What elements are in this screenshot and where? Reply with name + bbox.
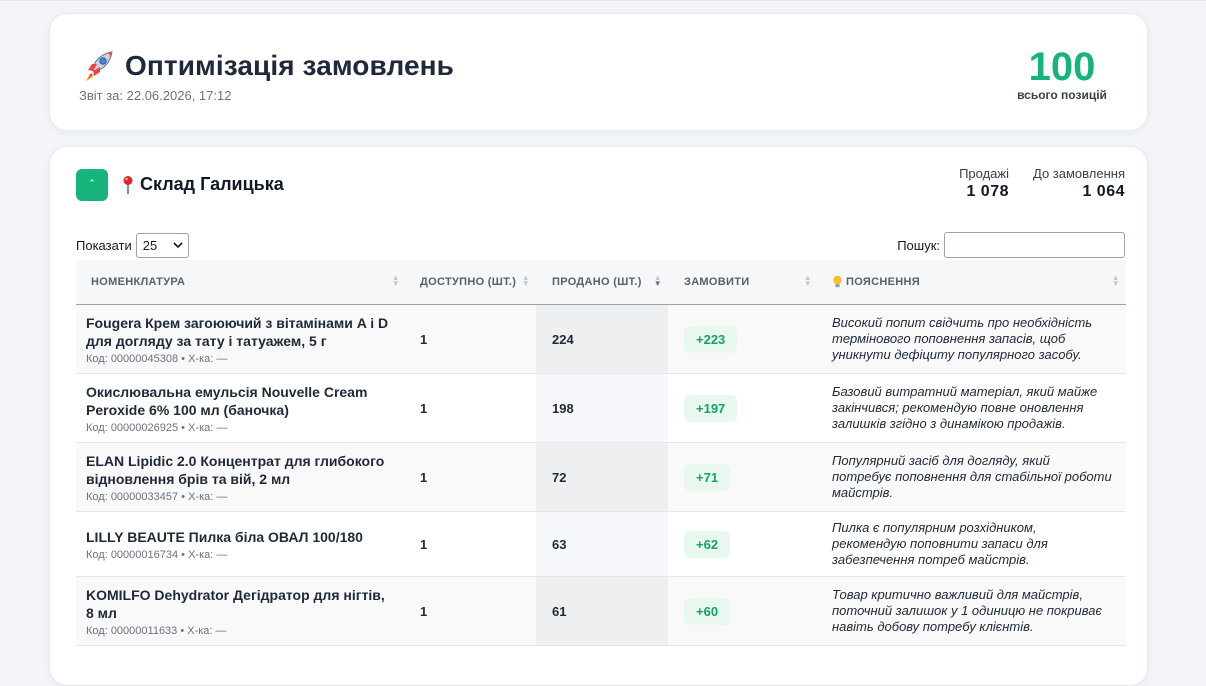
header-card: Оптимізація замовлень Звіт за: 22.06.202… xyxy=(49,13,1148,131)
column-header-name[interactable]: НОМЕНКЛАТУРА ▲ ▼ xyxy=(76,260,406,304)
table-row: Fougera Крем загоюючий з вітамінами A і … xyxy=(76,305,1126,374)
product-meta: Код: 00000016734 • Х-ка: — xyxy=(86,548,228,561)
product-meta: Код: 00000033457 • Х-ка: — xyxy=(86,490,228,503)
order-cell: +197 xyxy=(668,374,818,442)
column-header-explanation[interactable]: ПОЯСНЕННЯ ▲ ▼ xyxy=(818,260,1126,304)
order-cell: +60 xyxy=(668,577,818,645)
total-positions: 100 всього позицій xyxy=(1007,46,1117,102)
chevron-down-icon xyxy=(173,242,183,249)
title-row: Оптимізація замовлень xyxy=(80,48,454,84)
sort-icon: ▲ ▼ xyxy=(521,273,530,288)
sort-icon: ▲ ▼ xyxy=(391,273,400,288)
available-cell: 1 xyxy=(420,331,428,347)
available-cell: 1 xyxy=(420,469,428,485)
available-cell: 1 xyxy=(420,400,428,416)
sold-cell: 198 xyxy=(536,374,668,442)
page-length-control: Показати 25 xyxy=(76,233,189,258)
product-meta: Код: 00000045308 • Х-ка: — xyxy=(86,352,228,365)
column-header-sold[interactable]: ПРОДАНО (ШТ.) ▲ ▼ xyxy=(536,260,668,304)
total-value: 100 xyxy=(1028,45,1096,89)
table-row: KOMILFO Dehydrator Дегідратор для нігтів… xyxy=(76,577,1126,646)
order-badge: +71 xyxy=(684,463,731,491)
sort-icon: ▲ ▼ xyxy=(1111,273,1120,288)
map-pin-icon xyxy=(123,175,133,194)
explanation-cell: Пилка є популярним розхідником, рекоменду… xyxy=(832,520,1048,567)
table-row: ELAN Lipidic 2.0 Концентрат для глибоког… xyxy=(76,443,1126,512)
search-input[interactable] xyxy=(944,232,1125,258)
sort-icon: ▲ ▼ xyxy=(803,273,812,288)
sales-value: 1 078 xyxy=(966,183,1009,200)
column-header-label: ПРОДАНО (ШТ.) xyxy=(552,276,642,288)
search-control: Пошук: xyxy=(897,232,1125,258)
order-label: До замовлення xyxy=(1033,166,1125,181)
product-cell: ELAN Lipidic 2.0 Концентрат для глибоког… xyxy=(76,443,406,511)
page-length-select[interactable]: 25 xyxy=(135,233,189,258)
available-cell: 1 xyxy=(420,536,428,552)
product-cell: KOMILFO Dehydrator Дегідратор для нігтів… xyxy=(76,577,406,645)
column-header-label: НОМЕНКЛАТУРА xyxy=(91,276,186,288)
product-meta: Код: 00000026925 • Х-ка: — xyxy=(86,421,228,434)
page-title: Оптимізація замовлень xyxy=(125,50,454,81)
product-name: LILLY BEAUTE Пилка біла ОВАЛ 100/180 xyxy=(86,528,363,545)
product-name: Окислювальна емульсія Nouvelle Cream Pero… xyxy=(86,383,368,418)
product-name: KOMILFO Dehydrator Дегідратор для нігтів… xyxy=(86,586,385,621)
available-cell: 1 xyxy=(420,603,428,619)
sort-desc-icon: ▲ ▼ xyxy=(653,273,662,288)
table-row: Окислювальна емульсія Nouvelle Cream Pero… xyxy=(76,374,1126,443)
store-title: Склад Галицька xyxy=(121,174,284,195)
explanation-cell: Високий попит свідчить про необхідність т… xyxy=(832,315,1093,362)
show-label: Показати xyxy=(76,238,132,253)
column-header-label: ПОЯСНЕННЯ xyxy=(846,276,920,288)
lightbulb-icon xyxy=(833,275,842,288)
product-cell: Окислювальна емульсія Nouvelle Cream Pero… xyxy=(76,374,406,442)
product-cell: Fougera Крем загоюючий з вітамінами A і … xyxy=(76,305,406,373)
sold-cell: 61 xyxy=(536,577,668,645)
store-name: Склад Галицька xyxy=(140,174,284,194)
report-date: Звіт за: 22.06.2026, 17:12 xyxy=(79,88,232,103)
column-header-order[interactable]: ЗАМОВИТИ ▲ ▼ xyxy=(668,260,818,304)
sales-stat: Продажі 1 078 xyxy=(959,166,1009,201)
order-badge: +62 xyxy=(684,530,731,558)
table-row: LILLY BEAUTE Пилка біла ОВАЛ 100/180 Код… xyxy=(76,512,1126,577)
order-badge: +223 xyxy=(684,325,738,353)
product-name: ELAN Lipidic 2.0 Концентрат для глибоког… xyxy=(86,452,385,487)
orders-table: НОМЕНКЛАТУРА ▲ ▼ ДОСТУПНО (ШТ.) ▲ ▼ ПРОДАН… xyxy=(76,260,1126,646)
sales-label: Продажі xyxy=(959,166,1009,181)
sold-cell: 63 xyxy=(536,512,668,576)
column-header-label: ЗАМОВИТИ xyxy=(684,276,750,288)
order-badge: +60 xyxy=(684,597,731,625)
product-meta: Код: 00000011633 • Х-ка: — xyxy=(86,624,227,637)
total-label: всього позицій xyxy=(1017,88,1107,102)
column-header-available[interactable]: ДОСТУПНО (ШТ.) ▲ ▼ xyxy=(406,260,536,304)
store-card: ˆ Склад Галицька Продажі 1 078 До замовл… xyxy=(49,146,1148,686)
order-cell: +62 xyxy=(668,512,818,576)
order-cell: +223 xyxy=(668,305,818,373)
order-cell: +71 xyxy=(668,443,818,511)
chevron-up-icon: ˆ xyxy=(90,179,94,191)
product-name: Fougera Крем загоюючий з вітамінами A і … xyxy=(86,314,389,349)
rocket-icon xyxy=(86,51,113,81)
order-value: 1 064 xyxy=(1082,183,1125,200)
order-stat: До замовлення 1 064 xyxy=(1033,166,1125,201)
table-header: НОМЕНКЛАТУРА ▲ ▼ ДОСТУПНО (ШТ.) ▲ ▼ ПРОДАН… xyxy=(76,260,1126,305)
sold-cell: 72 xyxy=(536,443,668,511)
explanation-cell: Популярний засіб для догляду, який потреб… xyxy=(832,453,1112,500)
explanation-cell: Товар критично важливий для майстрів, пот… xyxy=(832,587,1102,634)
sold-cell: 224 xyxy=(536,305,668,373)
explanation-cell: Базовий витратний матеріал, який майже за… xyxy=(832,384,1098,431)
order-badge: +197 xyxy=(684,394,738,422)
column-header-label: ДОСТУПНО (ШТ.) xyxy=(420,276,517,288)
collapse-button[interactable]: ˆ xyxy=(76,169,108,201)
page-length-value: 25 xyxy=(142,238,158,253)
search-label: Пошук: xyxy=(897,237,940,253)
product-cell: LILLY BEAUTE Пилка біла ОВАЛ 100/180 Код… xyxy=(76,512,406,576)
